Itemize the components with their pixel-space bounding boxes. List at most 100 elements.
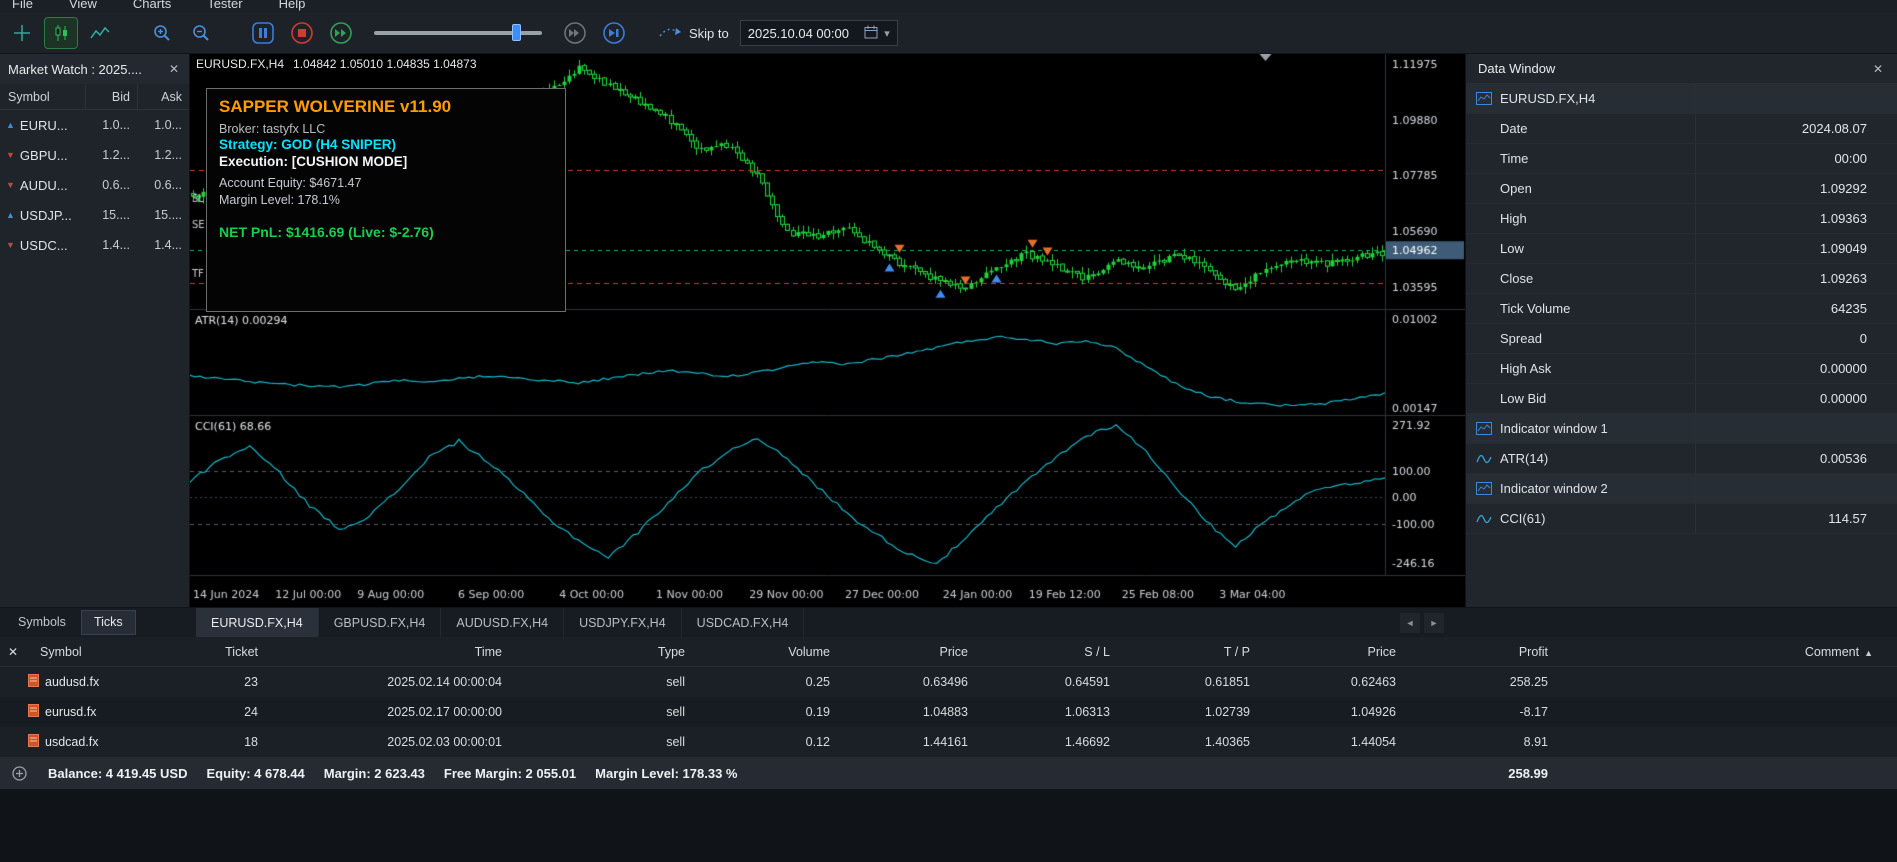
row-value: 1.09049 (1727, 241, 1897, 256)
ea-execution: Execution: [CUSHION MODE] (219, 154, 553, 169)
cell-sl: 0.64591 (978, 675, 1120, 689)
cell-type: sell (512, 675, 695, 689)
chart-tab-eurusd-fx-h4[interactable]: EURUSD.FX,H4 (196, 608, 319, 637)
menu-item-help[interactable]: Help (279, 0, 306, 9)
row-value: 1.09263 (1727, 271, 1897, 286)
column-header-price[interactable]: Price (840, 645, 978, 659)
bid-value: 1.2... (85, 148, 137, 162)
cell-volume: 0.12 (695, 735, 840, 749)
chart-line-icon (1476, 92, 1494, 105)
cell-time: 2025.02.17 00:00:00 (268, 705, 512, 719)
tab-ticks[interactable]: Ticks (82, 611, 135, 634)
tab-scroll-arrows: ◄ ► (1400, 613, 1444, 633)
candlestick-chart-icon[interactable] (45, 18, 77, 48)
data-window-panel: Data Window ✕ EURUSD.FX,H4Date2024.08.07… (1465, 54, 1897, 607)
column-header-price[interactable]: Price (1260, 645, 1406, 659)
data-window-row-tick-volume: Tick Volume64235 (1466, 294, 1897, 324)
cell-ticket: 24 (200, 705, 268, 719)
trade-row-eurusd-fx[interactable]: eurusd.fx242025.02.17 00:00:00sell0.191.… (0, 697, 1897, 727)
menu-item-charts[interactable]: Charts (133, 0, 171, 9)
column-header-time[interactable]: Time (268, 645, 512, 659)
price-down-icon: ▼ (6, 241, 15, 250)
skip-to-end-button[interactable] (598, 18, 630, 48)
skip-date-value: 2025.10.04 00:00 (748, 26, 858, 41)
tab-scroll-left-icon[interactable]: ◄ (1400, 613, 1420, 633)
menu-item-file[interactable]: File (12, 0, 33, 9)
column-header-volume[interactable]: Volume (695, 645, 840, 659)
column-symbol: Symbol (0, 90, 85, 104)
toolbox-close-icon[interactable]: ✕ (0, 645, 26, 659)
column-header-s-l[interactable]: S / L (978, 645, 1120, 659)
total-profit-value: 258.99 (1406, 766, 1548, 781)
fast-forward-button[interactable] (325, 18, 357, 48)
zoom-in-icon[interactable] (146, 18, 178, 48)
market-watch-row-euru[interactable]: ▲EURU...1.0...1.0... (0, 110, 189, 140)
skip-date-input[interactable]: 2025.10.04 00:00 ▾ (740, 20, 898, 46)
tab-scroll-right-icon[interactable]: ► (1424, 613, 1444, 633)
data-window-close-icon[interactable]: ✕ (1871, 62, 1885, 76)
market-watch-row-usdjp[interactable]: ▲USDJP...15....15.... (0, 200, 189, 230)
column-header-ticket[interactable]: Ticket (200, 645, 268, 659)
data-window-row-cci-61: CCI(61)114.57 (1466, 504, 1897, 534)
price-up-icon: ▲ (6, 121, 15, 130)
symbol-cell: ▼USDC... (0, 238, 85, 253)
chart-line-icon (1476, 482, 1494, 495)
position-icon (28, 734, 39, 750)
column-header-type[interactable]: Type (512, 645, 695, 659)
skip-forward-button-disabled[interactable] (559, 18, 591, 48)
crosshair-icon[interactable] (6, 18, 38, 48)
status-free-margin: Free Margin: 2 055.01 (444, 766, 576, 781)
line-chart-icon[interactable] (84, 18, 116, 48)
market-watch-row-gbpu[interactable]: ▼GBPU...1.2...1.2... (0, 140, 189, 170)
market-watch-row-audu[interactable]: ▼AUDU...0.6...0.6... (0, 170, 189, 200)
price-down-icon: ▼ (6, 181, 15, 190)
chevron-down-icon[interactable]: ▾ (884, 27, 890, 40)
symbol-cell: ▲ EURU... (0, 118, 85, 133)
row-value: 64235 (1727, 301, 1897, 316)
symbol-cell: ▲USDJP... (0, 208, 85, 223)
chart-tab-gbpusd-fx-h4[interactable]: GBPUSD.FX,H4 (319, 608, 442, 637)
bid-value: 15.... (85, 208, 137, 222)
stop-button[interactable] (286, 18, 318, 48)
plus-circle-icon[interactable] (12, 766, 27, 781)
workspace: Market Watch : 2025.... ✕ Symbol Bid Ask… (0, 54, 1897, 607)
tab-symbols[interactable]: Symbols (6, 611, 78, 634)
column-bid: Bid (85, 84, 137, 109)
column-header-profit[interactable]: Profit (1406, 645, 1558, 659)
mt5-strategy-tester-window: File View Charts Tester Help (0, 0, 1897, 862)
chart-tab-usdcad-fx-h4[interactable]: USDCAD.FX,H4 (682, 608, 805, 637)
ask-value: 1.0... (137, 118, 189, 132)
menu-item-view[interactable]: View (69, 0, 97, 9)
column-header-t-p[interactable]: T / P (1120, 645, 1260, 659)
menu-bar: File View Charts Tester Help (0, 0, 1897, 13)
position-icon (28, 674, 39, 690)
symbol-label: EURU... (20, 118, 68, 133)
column-header-symbol[interactable]: Symbol (26, 645, 200, 659)
status-balance: Balance: 4 419.45 USD (48, 766, 187, 781)
row-name: Open (1500, 181, 1727, 196)
cell-ticket: 23 (200, 675, 268, 689)
symbol-label: audusd.fx (45, 675, 99, 689)
chart-tab-usdjpy-fx-h4[interactable]: USDJPY.FX,H4 (564, 608, 682, 637)
row-name: Spread (1500, 331, 1727, 346)
indicator-curve-icon (1476, 513, 1494, 525)
chart-ohlc-title: EURUSD.FX,H4 1.04842 1.05010 1.04835 1.0… (196, 57, 477, 71)
chart-tab-audusd-fx-h4[interactable]: AUDUSD.FX,H4 (441, 608, 564, 637)
pause-button[interactable] (247, 18, 279, 48)
indicator-window-row: Indicator window 1 (1466, 414, 1897, 444)
chart-area: EURUSD.FX,H4 1.04842 1.05010 1.04835 1.0… (190, 54, 1465, 607)
symbol-cell: ▼AUDU... (0, 178, 85, 193)
column-header-comment[interactable]: Comment▲ (1558, 645, 1897, 659)
trade-row-usdcad-fx[interactable]: usdcad.fx182025.02.03 00:00:01sell0.121.… (0, 727, 1897, 757)
calendar-icon[interactable] (864, 25, 878, 42)
zoom-out-icon[interactable] (185, 18, 217, 48)
market-watch-list: ▲EURU...1.0...1.0...▼GBPU...1.2...1.2...… (0, 110, 189, 260)
market-watch-row-usdc[interactable]: ▼USDC...1.4...1.4... (0, 230, 189, 260)
market-watch-close-icon[interactable]: ✕ (167, 62, 181, 76)
trade-row-audusd-fx[interactable]: audusd.fx232025.02.14 00:00:04sell0.250.… (0, 667, 1897, 697)
slider-handle[interactable] (512, 24, 521, 41)
data-window-row-low-bid: Low Bid0.00000 (1466, 384, 1897, 414)
row-value: 1.09363 (1727, 211, 1897, 226)
speed-slider[interactable] (374, 18, 542, 48)
menu-item-tester[interactable]: Tester (207, 0, 242, 9)
